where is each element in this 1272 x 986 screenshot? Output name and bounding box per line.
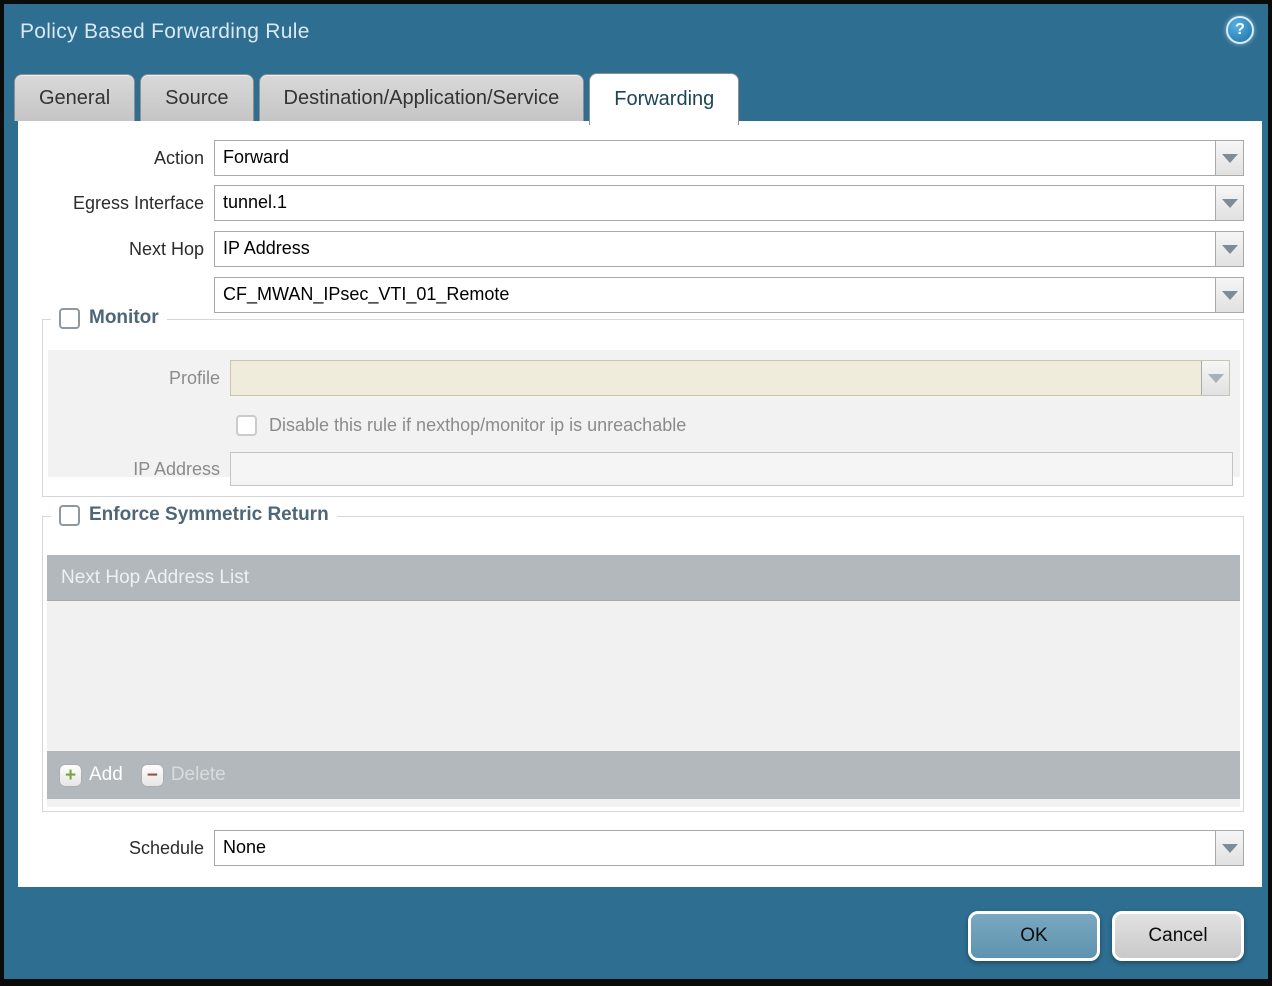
next-hop-type-dropdown-button[interactable] [1215,232,1243,266]
tab-bar: General Source Destination/Application/S… [14,73,739,121]
monitor-disable-row: Disable this rule if nexthop/monitor ip … [236,407,686,443]
next-hop-address-dropdown[interactable]: CF_MWAN_IPsec_VTI_01_Remote [214,277,1244,313]
schedule-dropdown[interactable]: None [214,830,1244,866]
enforce-symmetric-return-section: Enforce Symmetric Return Next Hop Addres… [42,516,1244,812]
action-value: Forward [215,141,1215,175]
next-hop-address-value: CF_MWAN_IPsec_VTI_01_Remote [215,278,1215,312]
chevron-down-icon [1222,245,1238,254]
dialog-title: Policy Based Forwarding Rule [20,20,310,44]
next-hop-label: Next Hop [18,239,214,260]
table-bottom-strip [47,799,1240,807]
chevron-down-icon [1222,844,1238,853]
title-bar: Policy Based Forwarding Rule ? [4,4,1268,64]
next-hop-type-dropdown[interactable]: IP Address [214,231,1244,267]
monitor-legend: Monitor [51,307,167,329]
profile-value [231,361,1201,395]
disable-rule-label: Disable this rule if nexthop/monitor ip … [269,415,686,436]
next-hop-address-row: CF_MWAN_IPsec_VTI_01_Remote [18,277,1258,313]
ok-button[interactable]: OK [968,911,1100,961]
tab-source[interactable]: Source [140,74,253,121]
help-icon[interactable]: ? [1226,16,1254,44]
add-button[interactable]: + Add [59,764,123,787]
next-hop-address-list-header: Next Hop Address List [47,555,1240,601]
schedule-value: None [215,831,1215,865]
action-dropdown[interactable]: Forward [214,140,1244,176]
next-hop-row: Next Hop IP Address [18,231,1258,267]
tab-destination-application-service[interactable]: Destination/Application/Service [259,74,585,121]
tab-general[interactable]: General [14,74,135,121]
disable-rule-checkbox [236,415,257,436]
chevron-down-icon [1208,374,1224,383]
monitor-section: Monitor Profile Disable this rule [42,319,1244,497]
schedule-label: Schedule [18,838,214,859]
action-row: Action Forward [18,140,1258,176]
plus-icon: + [59,764,82,787]
tab-forwarding[interactable]: Forwarding [589,73,739,125]
minus-icon: − [141,764,164,787]
monitor-ip-address-label: IP Address [48,459,230,480]
chevron-down-icon [1222,199,1238,208]
profile-dropdown-button [1201,361,1229,395]
chevron-down-icon [1222,154,1238,163]
cancel-button[interactable]: Cancel [1112,911,1244,961]
egress-interface-label: Egress Interface [18,193,214,214]
table-toolbar: + Add − Delete [47,751,1240,799]
monitor-profile-row: Profile [48,360,1238,396]
enforce-symmetric-return-label: Enforce Symmetric Return [89,504,329,526]
next-hop-address-dropdown-button[interactable] [1215,278,1243,312]
monitor-legend-label: Monitor [89,307,159,329]
enforce-symmetric-return-checkbox[interactable] [59,505,80,526]
next-hop-address-list-body[interactable] [47,601,1240,751]
add-button-label: Add [89,764,123,786]
action-dropdown-button[interactable] [1215,141,1243,175]
monitor-ip-address-input [230,452,1233,486]
egress-interface-value: tunnel.1 [215,186,1215,220]
schedule-row: Schedule None [18,830,1258,866]
profile-dropdown [230,360,1230,396]
monitor-ip-row: IP Address [48,451,1238,487]
monitor-checkbox[interactable] [59,308,80,329]
enforce-symmetric-return-legend: Enforce Symmetric Return [51,504,337,526]
profile-label: Profile [48,368,230,389]
monitor-body: Profile Disable this rule if nexthop/mon… [48,350,1240,477]
pbf-rule-dialog: Policy Based Forwarding Rule ? General S… [0,0,1272,986]
delete-button: − Delete [141,764,226,787]
egress-interface-dropdown[interactable]: tunnel.1 [214,185,1244,221]
chevron-down-icon [1222,291,1238,300]
schedule-dropdown-button[interactable] [1215,831,1243,865]
next-hop-type-value: IP Address [215,232,1215,266]
egress-interface-dropdown-button[interactable] [1215,186,1243,220]
egress-interface-row: Egress Interface tunnel.1 [18,185,1258,221]
content-panel: Action Forward Egress Interface tunnel.1… [18,121,1262,887]
question-mark-glyph: ? [1235,21,1245,39]
next-hop-address-table: Next Hop Address List + Add − Delete [47,555,1240,807]
action-label: Action [18,148,214,169]
delete-button-label: Delete [171,764,226,786]
